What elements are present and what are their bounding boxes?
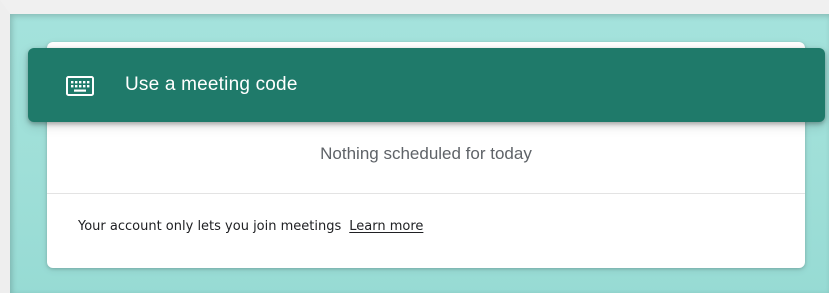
use-meeting-code-button[interactable]: Use a meeting code [28, 48, 825, 122]
account-notice-text: Your account only lets you join meetings [78, 219, 342, 234]
use-meeting-code-label: Use a meeting code [125, 74, 298, 95]
keyboard-icon [66, 76, 94, 96]
card-divider [47, 193, 805, 194]
learn-more-link[interactable]: Learn more [349, 219, 423, 234]
no-meetings-message: Nothing scheduled for today [320, 144, 532, 163]
account-notice: Your account only lets you join meetings… [78, 219, 423, 234]
